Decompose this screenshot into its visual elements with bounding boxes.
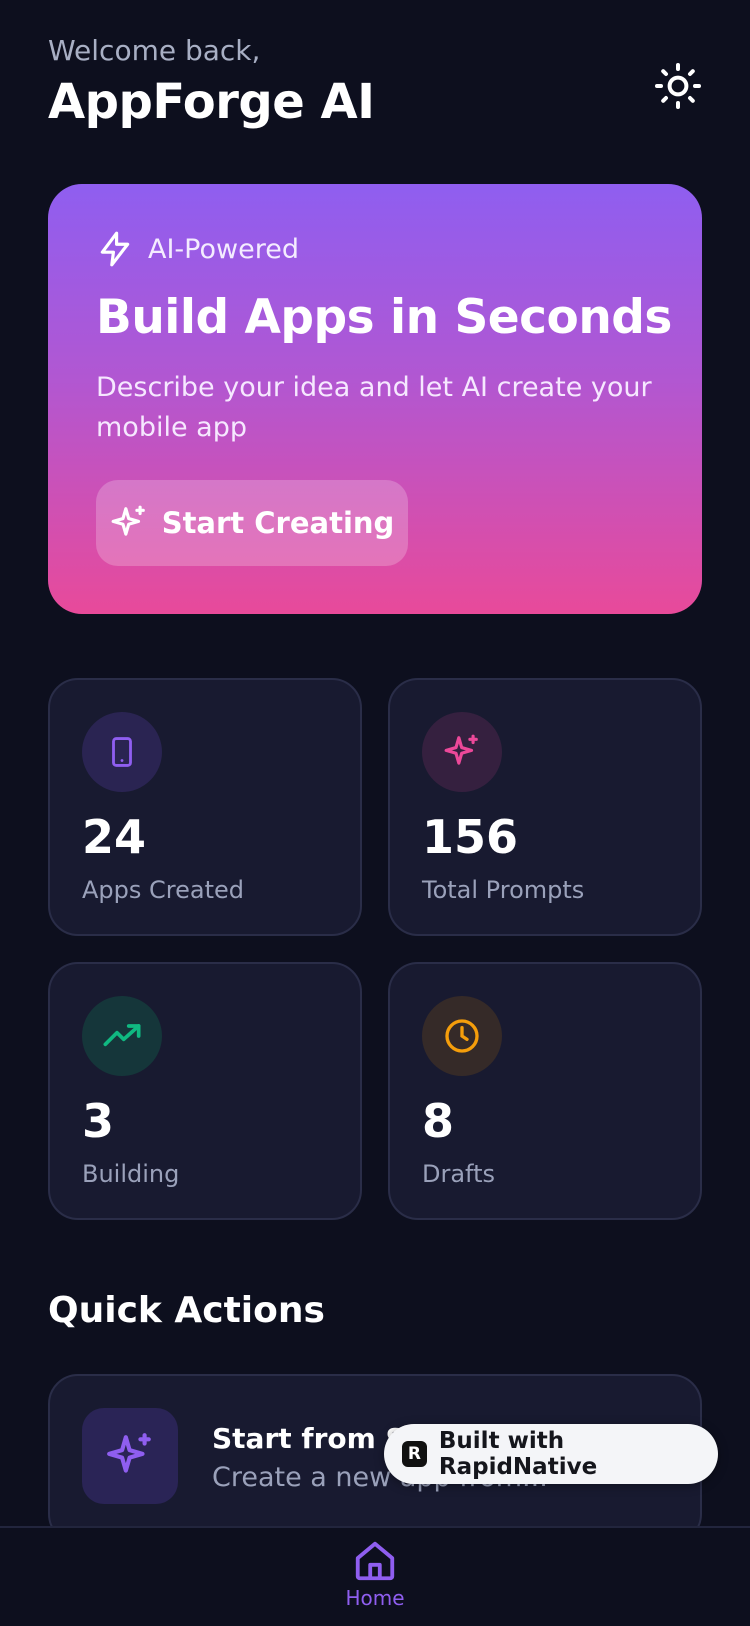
hero-card: AI-Powered Build Apps in Seconds Describ… (48, 184, 702, 614)
stat-icon-badge (82, 996, 162, 1076)
hero-title: Build Apps in Seconds (96, 290, 672, 345)
hero-description: Describe your idea and let AI create you… (96, 372, 652, 443)
sparkles-icon (107, 1433, 151, 1473)
start-creating-label: Start Creating (161, 506, 395, 540)
stat-card-total-prompts[interactable]: 156 Total Prompts (388, 678, 702, 936)
rapidnative-badge[interactable]: R Built with RapidNative (384, 1424, 718, 1484)
sun-icon (655, 63, 701, 109)
rapidnative-logo-icon: R (402, 1441, 427, 1467)
quick-actions-title: Quick Actions (48, 1290, 325, 1331)
app-title: AppForge AI (48, 74, 375, 130)
lightning-icon (100, 231, 130, 267)
stat-label: Drafts (422, 1160, 495, 1188)
stat-icon-badge (422, 712, 502, 792)
stat-card-drafts[interactable]: 8 Drafts (388, 962, 702, 1220)
greeting-text: Welcome back, (48, 34, 261, 67)
stat-label: Total Prompts (422, 876, 585, 904)
clock-icon (445, 1019, 479, 1053)
stat-icon-badge (82, 712, 162, 792)
trending-up-icon (103, 1024, 141, 1047)
action-icon-badge (82, 1408, 178, 1504)
stat-card-apps-created[interactable]: 24 Apps Created (48, 678, 362, 936)
hero-tag: AI-Powered (96, 230, 299, 268)
home-icon (355, 1541, 395, 1581)
sparkles-icon (111, 505, 145, 536)
tab-home-label: Home (345, 1586, 405, 1610)
stat-icon-badge (422, 996, 502, 1076)
hero-tag-label: AI-Powered (148, 233, 299, 265)
sparkles-icon (444, 734, 478, 765)
badge-label: Built with RapidNative (438, 1428, 598, 1480)
theme-toggle-button[interactable] (650, 58, 706, 114)
stat-value: 24 (82, 810, 147, 864)
stat-value: 8 (422, 1094, 455, 1148)
bottom-tab-bar: Home (0, 1526, 750, 1624)
tab-home[interactable]: Home (330, 1538, 420, 1626)
start-creating-button[interactable]: Start Creating (96, 480, 408, 566)
phone-icon (112, 737, 132, 767)
stat-value: 3 (82, 1094, 115, 1148)
stat-label: Building (82, 1160, 180, 1188)
stat-card-building[interactable]: 3 Building (48, 962, 362, 1220)
stat-value: 156 (422, 810, 519, 864)
stat-label: Apps Created (82, 876, 244, 904)
